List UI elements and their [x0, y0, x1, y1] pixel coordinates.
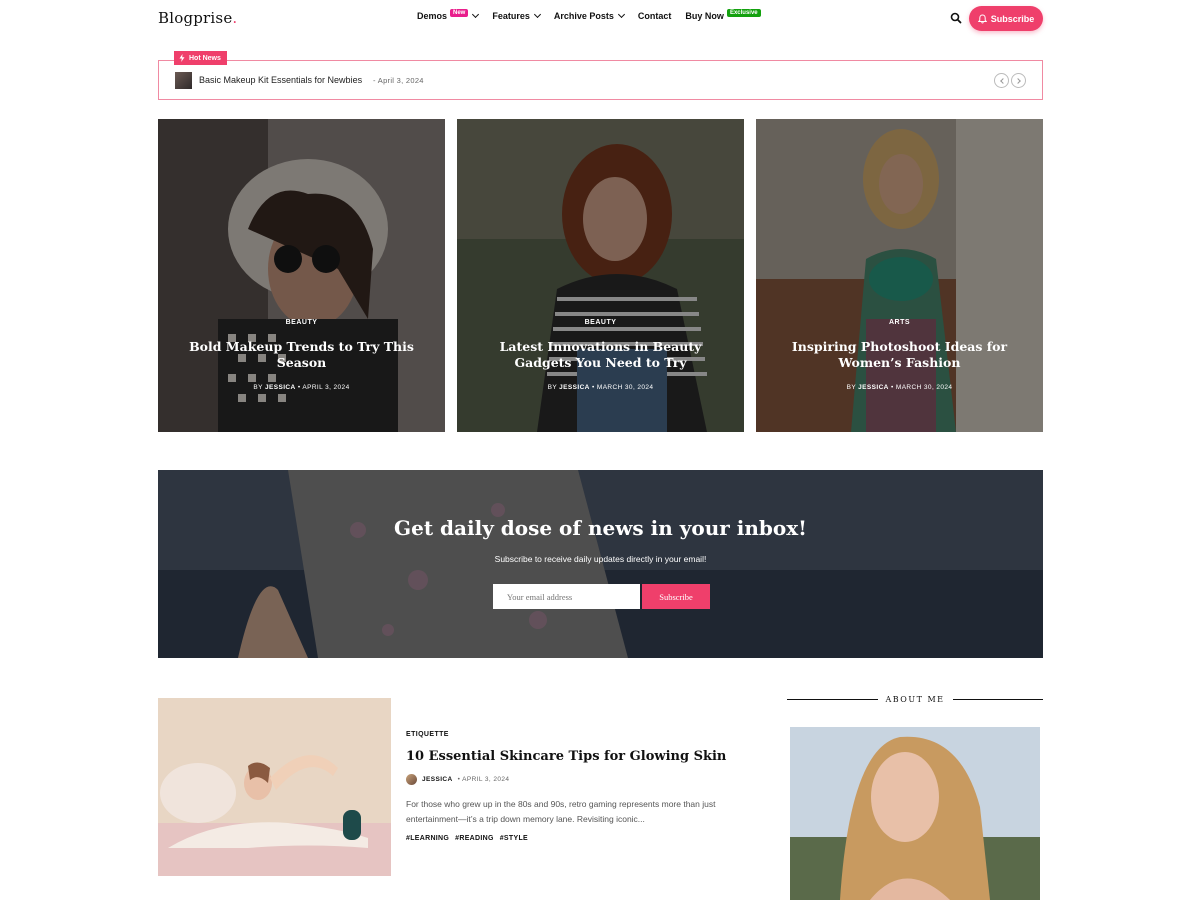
author-name[interactable]: JESSICA: [265, 384, 296, 391]
chevron-down-icon: [533, 10, 541, 19]
post-meta: JESSICA • APRIL 3, 2024: [406, 774, 509, 785]
ticker-thumbnail[interactable]: [175, 72, 192, 89]
ticker-next-button[interactable]: [1011, 73, 1026, 88]
ticker-date: - April 3, 2024: [373, 76, 424, 85]
hot-news-text: Hot News: [189, 54, 221, 62]
nav-label: Demos: [417, 11, 448, 21]
newsletter-section: Get daily dose of news in your inbox! Su…: [158, 470, 1043, 658]
newsletter-subtitle: Subscribe to receive daily updates direc…: [494, 554, 707, 564]
author-avatar[interactable]: [406, 774, 417, 785]
card-meta: BY JESSICA • APRIL 3, 2024: [158, 384, 445, 391]
card-meta: BY JESSICA • MARCH 30, 2024: [756, 384, 1043, 391]
by-label: BY: [846, 384, 856, 391]
nav-label: Buy Now: [685, 11, 724, 21]
post-excerpt: For those who grew up in the 80s and 90s…: [406, 799, 716, 824]
tag-link[interactable]: #LEARNING: [406, 835, 449, 842]
subscribe-button[interactable]: Subscribe: [969, 6, 1043, 31]
post-title[interactable]: 10 Essential Skincare Tips for Glowing S…: [406, 749, 726, 764]
news-ticker: Basic Makeup Kit Essentials for Newbies …: [158, 60, 1043, 100]
divider-line: [952, 698, 1044, 701]
about-me-image: [790, 727, 1040, 900]
post-date: • APRIL 3, 2024: [297, 384, 350, 391]
tag-link[interactable]: #READING: [455, 835, 494, 842]
featured-card[interactable]: BEAUTY Latest Innovations in Beauty Gadg…: [457, 119, 744, 432]
subscribe-label: Subscribe: [990, 13, 1035, 24]
about-me-heading: ABOUT ME: [787, 695, 1044, 704]
card-title[interactable]: Latest Innovations in Beauty Gadgets You…: [487, 339, 714, 371]
newsletter-background-image: [158, 470, 1043, 658]
tag-link[interactable]: #STYLE: [500, 835, 528, 842]
card-title[interactable]: Bold Makeup Trends to Try This Season: [188, 339, 415, 371]
newsletter-title: Get daily dose of news in your inbox!: [394, 516, 807, 540]
post-date: • MARCH 30, 2024: [592, 384, 654, 391]
about-me-photo: [790, 727, 1040, 900]
card-meta: BY JESSICA • MARCH 30, 2024: [457, 384, 744, 391]
nav-label: Features: [492, 11, 530, 21]
chevron-down-icon: [617, 10, 625, 19]
category-label[interactable]: BEAUTY: [158, 319, 445, 326]
newsletter-subscribe-button[interactable]: Subscribe: [642, 584, 710, 609]
bell-icon: [977, 13, 987, 23]
author-name[interactable]: JESSICA: [858, 384, 889, 391]
nav-item-archive-posts[interactable]: Archive Posts: [553, 10, 625, 21]
email-field[interactable]: [493, 584, 640, 609]
nav-item-contact[interactable]: Contact: [638, 11, 672, 21]
post-thumbnail-image: [158, 698, 391, 876]
nav-item-buy-now[interactable]: Buy Now Exclusive: [685, 9, 761, 21]
nav-label: Archive Posts: [553, 11, 614, 21]
category-label[interactable]: ARTS: [756, 319, 1043, 326]
featured-card[interactable]: BEAUTY Bold Makeup Trends to Try This Se…: [158, 119, 445, 432]
ticker-prev-button[interactable]: [994, 73, 1009, 88]
exclusive-badge: Exclusive: [726, 9, 761, 17]
nav-item-features[interactable]: Features: [492, 10, 541, 21]
post-date: • MARCH 30, 2024: [891, 384, 953, 391]
nav-item-demos[interactable]: Demos New: [417, 9, 480, 21]
post-author[interactable]: JESSICA: [422, 776, 453, 783]
chevron-left-icon: [999, 77, 1006, 84]
by-label: BY: [253, 384, 263, 391]
main-nav: Demos New Features Archive Posts Contact…: [417, 9, 761, 21]
lightning-icon: [179, 54, 185, 62]
featured-card[interactable]: ARTS Inspiring Photoshoot Ideas for Wome…: [756, 119, 1043, 432]
chevron-down-icon: [472, 10, 480, 19]
author-name[interactable]: JESSICA: [559, 384, 590, 391]
by-label: BY: [547, 384, 557, 391]
search-icon[interactable]: [950, 12, 962, 24]
logo-dot: .: [232, 9, 238, 27]
site-logo[interactable]: Blogprise.: [158, 9, 237, 27]
chevron-right-icon: [1014, 77, 1021, 84]
hot-news-label: Hot News: [174, 51, 227, 65]
nav-label: Contact: [637, 11, 672, 21]
category-label[interactable]: BEAUTY: [457, 319, 744, 326]
post-date: • APRIL 3, 2024: [457, 776, 510, 783]
post-category[interactable]: ETIQUETTE: [406, 731, 449, 738]
ticker-title[interactable]: Basic Makeup Kit Essentials for Newbies: [199, 75, 362, 85]
post-thumbnail[interactable]: [158, 698, 391, 876]
card-title[interactable]: Inspiring Photoshoot Ideas for Women’s F…: [786, 339, 1013, 371]
post-tags: #LEARNING #READING #STYLE: [406, 835, 528, 842]
divider-line: [787, 698, 878, 701]
about-me-title: ABOUT ME: [885, 695, 945, 704]
new-badge: New: [450, 9, 469, 17]
